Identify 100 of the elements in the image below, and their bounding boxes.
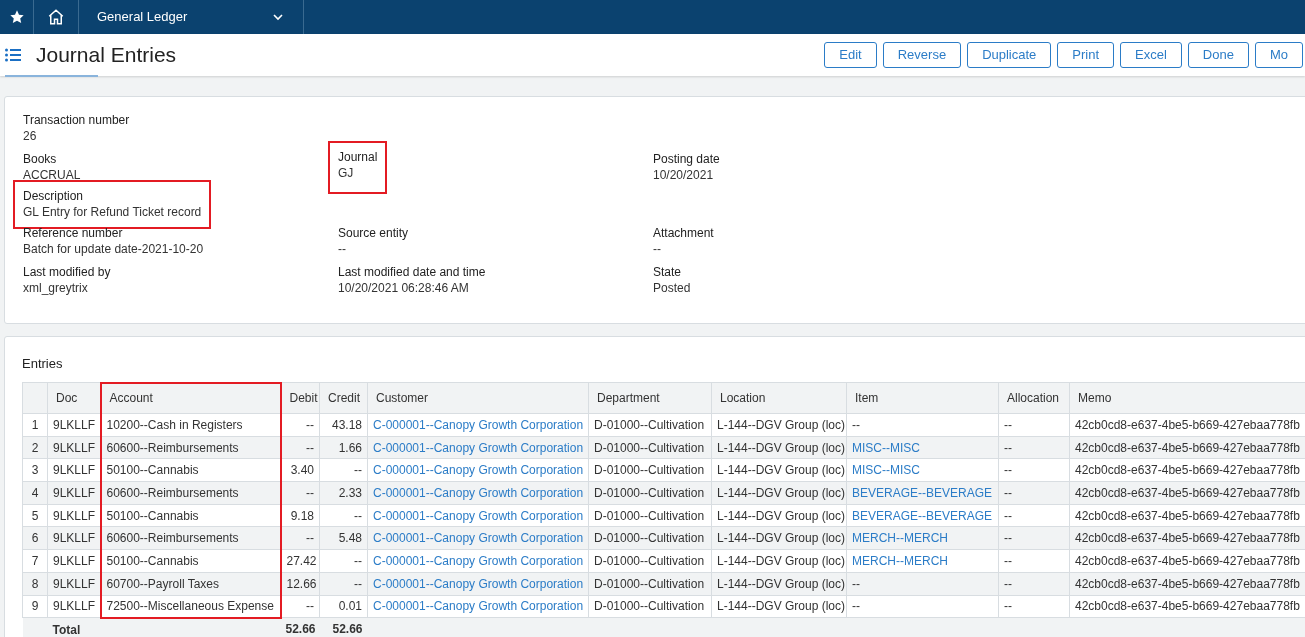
table-cell: D-01000--Cultivation xyxy=(588,504,712,527)
table-cell: -- xyxy=(846,572,999,595)
section-title: Entries xyxy=(22,355,64,373)
table-cell: -- xyxy=(998,481,1070,505)
table-link[interactable]: MISC--MISC xyxy=(846,458,999,482)
field-value: 26 xyxy=(23,128,38,145)
table-cell: 7 xyxy=(22,549,48,573)
table-cell: 2.33 xyxy=(319,481,368,505)
table-cell: 2 xyxy=(22,436,48,459)
table-link[interactable]: C-000001--Canopy Growth Corporation xyxy=(367,436,589,459)
table-link[interactable]: MERCH--MERCH xyxy=(846,526,999,550)
table-cell: -- xyxy=(319,549,368,573)
column-header: Allocation xyxy=(998,382,1070,414)
field-label: Description xyxy=(23,188,85,204)
table-cell: 5 xyxy=(22,504,48,527)
table-cell: -- xyxy=(998,504,1070,527)
table-cell: -- xyxy=(998,572,1070,595)
field-label: Books xyxy=(23,151,58,167)
table-cell: -- xyxy=(319,504,368,527)
table-cell: -- xyxy=(319,458,368,482)
table-cell: D-01000--Cultivation xyxy=(588,481,712,505)
field-label: Transaction number xyxy=(23,112,130,128)
table-cell: -- xyxy=(280,595,320,618)
table-link[interactable]: C-000001--Canopy Growth Corporation xyxy=(367,504,589,527)
table-cell: -- xyxy=(846,413,999,437)
table-link[interactable]: C-000001--Canopy Growth Corporation xyxy=(367,595,589,618)
home-icon[interactable] xyxy=(47,8,65,26)
table-cell: -- xyxy=(280,436,320,459)
field-label: Last modified date and time xyxy=(338,264,486,280)
table-cell: 3.40 xyxy=(280,458,320,482)
field-value: -- xyxy=(653,241,662,258)
table-cell: -- xyxy=(280,526,320,550)
table-cell: 43.18 xyxy=(319,413,368,437)
table-link[interactable]: BEVERAGE--BEVERAGE xyxy=(846,504,999,527)
table-cell: 72500--Miscellaneous Expense xyxy=(100,595,281,618)
field-label: Posting date xyxy=(653,151,720,167)
table-cell: L-144--DGV Group (loc) xyxy=(711,481,847,505)
field-value: 10/20/2021 xyxy=(653,167,715,184)
table-link[interactable]: MISC--MISC xyxy=(846,436,999,459)
column-header: Department xyxy=(588,382,712,414)
table-cell: -- xyxy=(998,413,1070,437)
page-title: Journal Entries xyxy=(36,42,177,69)
column-header: Memo xyxy=(1069,382,1305,414)
star-icon[interactable] xyxy=(8,9,25,25)
table-cell: -- xyxy=(280,481,320,505)
toolbar-button[interactable]: Reverse xyxy=(882,42,962,68)
table-cell: D-01000--Cultivation xyxy=(588,526,712,550)
menu-list-icon[interactable] xyxy=(5,48,21,62)
table-cell: D-01000--Cultivation xyxy=(588,572,712,595)
toolbar-button[interactable]: Duplicate xyxy=(967,42,1052,68)
table-cell: D-01000--Cultivation xyxy=(588,595,712,618)
table-link[interactable]: MERCH--MERCH xyxy=(846,549,999,573)
table-link[interactable]: BEVERAGE--BEVERAGE xyxy=(846,481,999,505)
field-value: -- xyxy=(338,241,347,258)
column-header: Item xyxy=(846,382,999,414)
table-cell: 6 xyxy=(22,526,48,550)
field-label: Last modified by xyxy=(23,264,111,280)
table-cell: 12.66 xyxy=(280,572,320,595)
table-cell: L-144--DGV Group (loc) xyxy=(711,458,847,482)
toolbar-button[interactable]: Print xyxy=(1057,42,1115,68)
field-value: xml_greytrix xyxy=(23,280,89,297)
table-cell: 0.01 xyxy=(319,595,368,618)
table-cell: 9.18 xyxy=(280,504,320,527)
table-cell: 1.66 xyxy=(319,436,368,459)
field-value: GL Entry for Refund Ticket record xyxy=(23,204,202,221)
table-cell: -- xyxy=(998,549,1070,573)
table-cell: D-01000--Cultivation xyxy=(588,413,712,437)
table-cell: -- xyxy=(319,572,368,595)
table-link[interactable]: C-000001--Canopy Growth Corporation xyxy=(367,481,589,505)
table-cell: 1 xyxy=(22,413,48,437)
field-label: Reference number xyxy=(23,225,124,241)
field-label: State xyxy=(653,264,683,280)
field-value: Batch for update date-2021-10-20 xyxy=(23,241,204,258)
table-link[interactable]: C-000001--Canopy Growth Corporation xyxy=(367,458,589,482)
toolbar-button[interactable]: Done xyxy=(1187,42,1249,68)
column-header: Doc xyxy=(47,382,101,414)
table-cell: L-144--DGV Group (loc) xyxy=(711,504,847,527)
table-cell: 8 xyxy=(22,572,48,595)
toolbar-button[interactable]: Mo xyxy=(1254,42,1303,68)
table-cell: -- xyxy=(846,595,999,618)
table-cell: -- xyxy=(998,595,1070,618)
table-cell: 3 xyxy=(22,458,48,482)
table-link[interactable]: C-000001--Canopy Growth Corporation xyxy=(367,549,589,573)
table-cell: 5.48 xyxy=(319,526,368,550)
table-link[interactable]: C-000001--Canopy Growth Corporation xyxy=(367,526,589,550)
toolbar-button[interactable]: Excel xyxy=(1120,42,1182,68)
table-cell: L-144--DGV Group (loc) xyxy=(711,595,847,618)
toolbar-button[interactable]: Edit xyxy=(824,42,877,68)
field-label: Attachment xyxy=(653,225,714,241)
table-link[interactable]: C-000001--Canopy Growth Corporation xyxy=(367,572,589,595)
table-cell: 4 xyxy=(22,481,48,505)
table-cell: L-144--DGV Group (loc) xyxy=(711,413,847,437)
field-value: GJ xyxy=(338,165,355,182)
field-value: ACCRUAL xyxy=(23,167,81,184)
table-cell: D-01000--Cultivation xyxy=(588,436,712,459)
column-header: Customer xyxy=(367,382,589,414)
table-cell: -- xyxy=(998,526,1070,550)
column-header: Debit xyxy=(280,382,320,414)
table-cell: -- xyxy=(280,413,320,437)
table-link[interactable]: C-000001--Canopy Growth Corporation xyxy=(367,413,589,437)
